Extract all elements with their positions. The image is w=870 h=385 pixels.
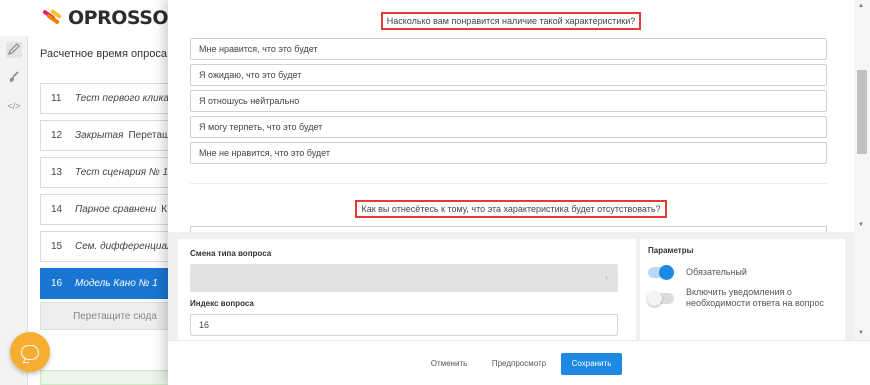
logo-text: OPROSSO: [68, 7, 169, 29]
dysfunctional-question: Как вы отнесётесь к тому, что эта характ…: [168, 200, 854, 218]
type-change-label: Смена типа вопроса: [190, 249, 272, 258]
question-settings: Смена типа вопроса ‹ Индекс вопроса 16 П…: [168, 232, 854, 340]
notify-label-line1: Включить уведомления о: [686, 287, 792, 297]
question-editor-content: Насколько вам понравится наличие такой х…: [168, 0, 854, 232]
app-root: </> OPROSSO Расчетное время опроса: 3 11…: [0, 0, 870, 385]
question-title: Тест первого клика №: [75, 93, 183, 104]
chat-button[interactable]: [10, 332, 50, 372]
scroll-up-icon[interactable]: ▲: [858, 3, 864, 9]
notify-label: Включить уведомления о необходимости отв…: [686, 287, 824, 309]
scroll-down-icon[interactable]: ▼: [858, 222, 864, 228]
answer-option[interactable]: Я ожидаю, что это будет: [190, 64, 827, 86]
save-button[interactable]: Сохранить: [561, 353, 622, 375]
cancel-button[interactable]: Отменить: [422, 353, 476, 375]
question-type-card: Смена типа вопроса ‹ Индекс вопроса 16: [178, 239, 636, 340]
question-type-select[interactable]: ‹: [190, 264, 618, 292]
question-number: 14: [51, 204, 63, 215]
brand-logo: OPROSSO: [40, 6, 169, 30]
question-title: Модель Кано № 1: [75, 278, 158, 289]
answer-option[interactable]: Мне нравится, что это будет: [190, 38, 827, 60]
parameters-card: Параметры Обязательный Включить уведомле…: [640, 239, 845, 340]
functional-question-text: Насколько вам понравится наличие такой х…: [380, 12, 642, 30]
notify-toggle[interactable]: [647, 291, 674, 306]
question-title: Закрытая: [75, 130, 124, 141]
required-label: Обязательный: [686, 267, 747, 277]
vertical-scrollbar[interactable]: ▲ ▼ ▼: [854, 0, 870, 340]
scroll-down-icon[interactable]: ▼: [858, 330, 864, 336]
preview-button[interactable]: Предпросмотр: [484, 353, 554, 375]
required-toggle[interactable]: [648, 265, 674, 280]
question-number: 15: [51, 241, 63, 252]
dysfunctional-question-text: Как вы отнесётесь к тому, что эта характ…: [355, 200, 667, 218]
toggle-knob: [659, 265, 674, 280]
scrollbar-thumb[interactable]: [857, 70, 867, 154]
code-icon[interactable]: </>: [6, 98, 22, 114]
notify-label-line2: необходимости ответа на вопрос: [686, 298, 825, 308]
logo-mark-icon: [40, 8, 66, 28]
functional-question: Насколько вам понравится наличие такой х…: [168, 12, 854, 30]
chevron-icon: ‹: [605, 272, 608, 282]
section-divider: [190, 183, 827, 184]
question-editor-panel: Насколько вам понравится наличие такой х…: [168, 0, 870, 385]
estimated-time: Расчетное время опроса: 3: [40, 48, 179, 60]
question-number: 16: [51, 278, 63, 289]
chat-bubble-icon: [21, 344, 39, 360]
question-title: Тест сценария № 1: [75, 167, 169, 178]
answer-option[interactable]: Я могу терпеть, что это будет: [190, 116, 827, 138]
pencil-icon[interactable]: [6, 42, 22, 58]
question-index-input[interactable]: 16: [190, 314, 618, 336]
index-label: Индекс вопроса: [190, 299, 254, 308]
question-number: 11: [51, 93, 62, 104]
parameters-label: Параметры: [648, 246, 694, 255]
question-title: Сем. дифференциал: [75, 241, 173, 252]
question-number: 13: [51, 167, 63, 178]
brush-icon[interactable]: [6, 70, 22, 86]
question-title: Парное сравнени: [75, 204, 157, 215]
estimated-time-label: Расчетное время опроса:: [40, 48, 170, 60]
answer-option[interactable]: Мне не нравится, что это будет: [190, 142, 827, 164]
toggle-knob: [647, 291, 662, 306]
editor-footer: Отменить Предпросмотр Сохранить: [168, 340, 870, 385]
answer-option[interactable]: Я отношусь нейтрально: [190, 90, 827, 112]
question-number: 12: [51, 130, 63, 141]
question-extra: К: [161, 204, 168, 215]
